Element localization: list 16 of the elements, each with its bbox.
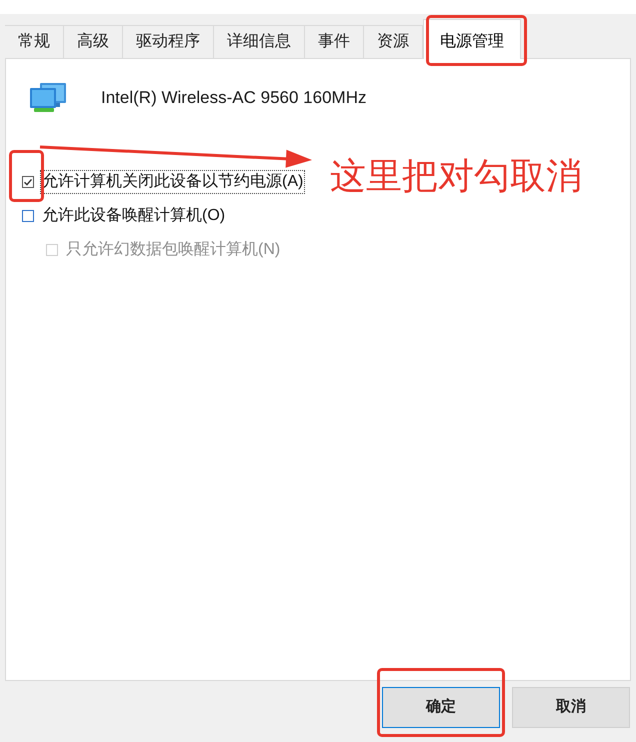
tab[interactable]: 驱动程序	[123, 25, 214, 58]
tab[interactable]: 电源管理	[423, 19, 521, 59]
tab[interactable]: 资源	[364, 25, 423, 58]
tab[interactable]: 高级	[64, 25, 123, 58]
checkbox[interactable]	[22, 176, 34, 188]
dialog-button[interactable]: 确定	[382, 687, 500, 728]
annotation-text: 这里把对勾取消	[330, 158, 582, 194]
dialog-button[interactable]: 取消	[512, 687, 630, 728]
tab[interactable]: 详细信息	[214, 25, 305, 58]
device-name: Intel(R) Wireless-AC 9560 160MHz	[101, 88, 366, 106]
tab[interactable]: 事件	[305, 25, 364, 58]
checkbox[interactable]	[22, 210, 34, 222]
monitors-icon	[28, 81, 68, 113]
checkbox-label[interactable]: 允许计算机关闭此设备以节约电源(A)	[40, 170, 306, 194]
tab[interactable]: 常规	[5, 25, 64, 58]
checkbox-label[interactable]: 允许此设备唤醒计算机(O)	[40, 204, 228, 228]
